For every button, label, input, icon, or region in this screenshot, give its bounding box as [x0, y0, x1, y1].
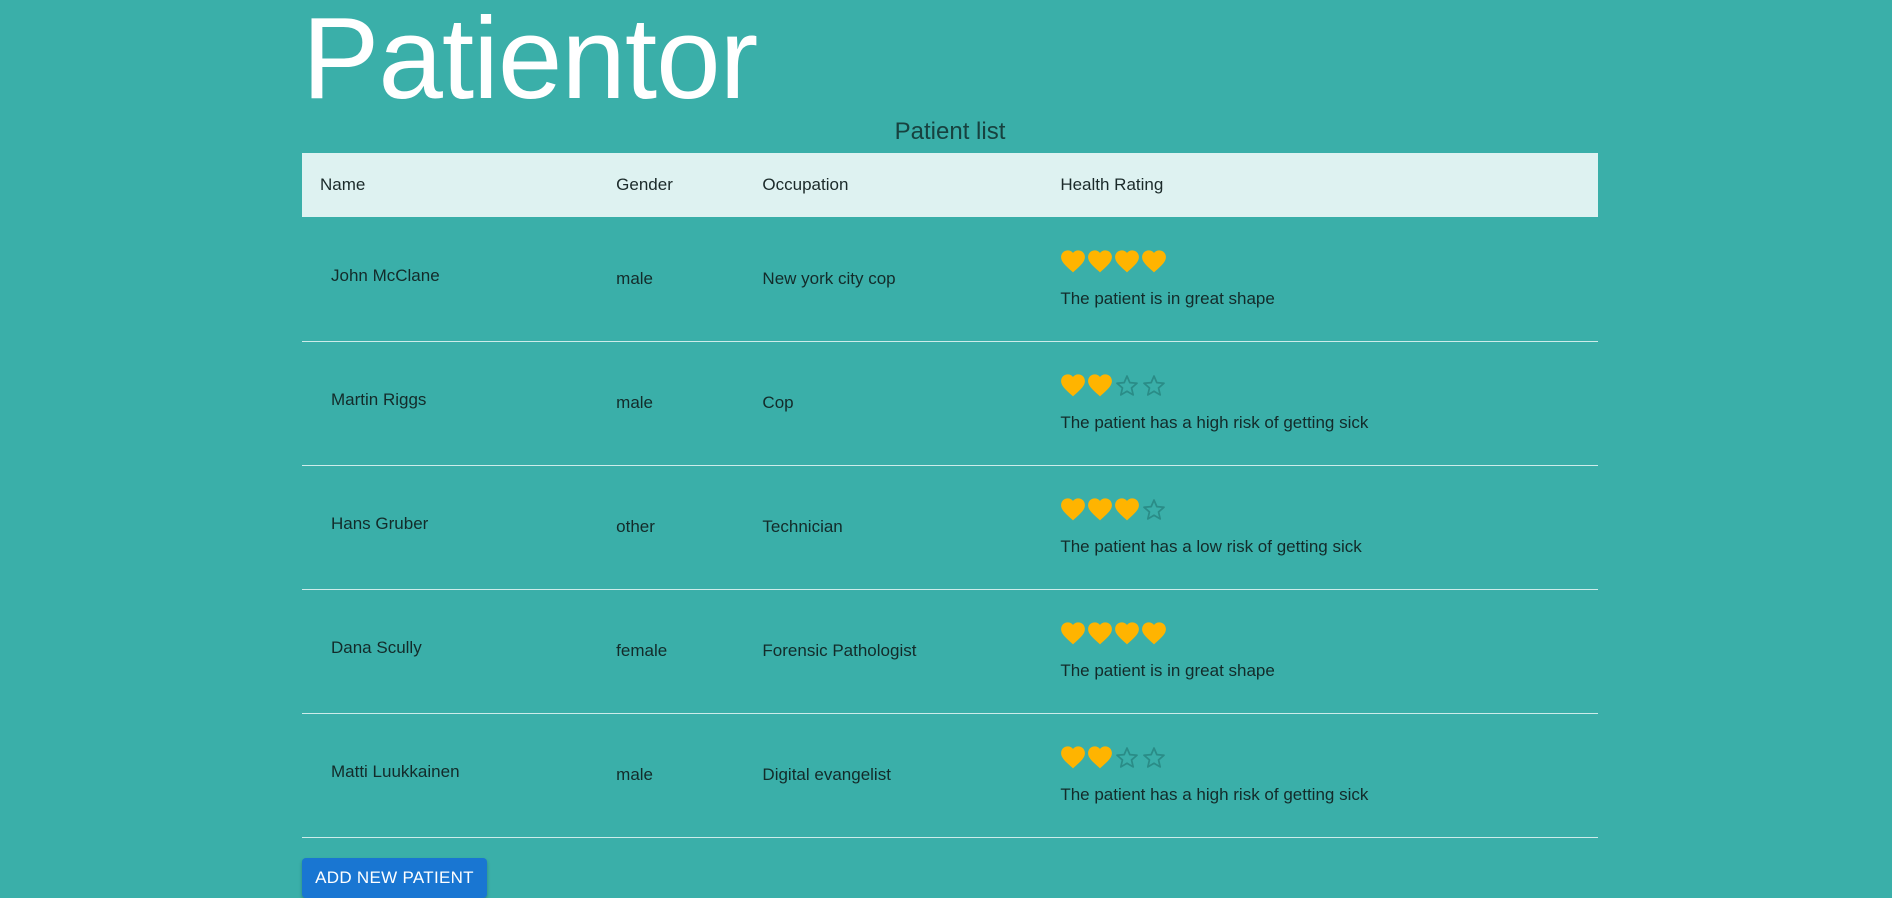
patient-gender: other	[616, 517, 655, 536]
patient-list-title: Patient list	[894, 118, 1006, 145]
star-outline-icon	[1114, 745, 1140, 771]
column-header-health-rating: Health Rating	[1060, 175, 1164, 194]
health-rating-text: The patient has a high risk of getting s…	[1060, 413, 1369, 432]
health-rating-text: The patient has a high risk of getting s…	[1060, 785, 1369, 804]
patient-occupation: Technician	[762, 517, 843, 536]
health-rating	[1060, 249, 1598, 275]
patient-gender: male	[616, 765, 654, 784]
patient-occupation: Cop	[762, 393, 794, 412]
patient-name[interactable]: Dana Scully	[302, 638, 616, 658]
star-outline-icon	[1141, 497, 1167, 523]
patient-name-cell: Dana Scully	[302, 589, 616, 713]
heart-icon	[1087, 373, 1113, 399]
heart-icon	[1141, 621, 1167, 647]
patient-name-cell: Matti Luukkainen	[302, 713, 616, 837]
heart-icon	[1087, 621, 1113, 647]
patient-table: Name Gender Occupation Health Rating Joh…	[302, 153, 1598, 838]
table-header-row: Name Gender Occupation Health Rating	[302, 153, 1598, 217]
health-rating-text: The patient is in great shape	[1060, 288, 1275, 308]
patient-gender: male	[616, 268, 654, 288]
patient-name[interactable]: Matti Luukkainen	[302, 762, 616, 782]
heart-icon	[1060, 497, 1086, 523]
patient-occupation: New york city cop	[762, 268, 896, 288]
health-rating	[1060, 497, 1598, 523]
heart-icon	[1087, 745, 1113, 771]
heart-icon	[1060, 373, 1086, 399]
patient-health-cell: The patient has a high risk of getting s…	[1060, 341, 1598, 465]
column-header-gender: Gender	[616, 175, 673, 194]
patient-name-cell: Hans Gruber	[302, 465, 616, 589]
patient-health-cell: The patient is in great shape	[1060, 589, 1598, 713]
health-rating	[1060, 621, 1598, 647]
patient-gender: female	[616, 641, 668, 660]
table-row[interactable]: Matti Luukkainen male Digital evangelist…	[302, 713, 1598, 837]
heart-icon	[1114, 249, 1140, 275]
heart-icon	[1114, 621, 1140, 647]
column-header-name: Name	[320, 175, 366, 194]
patient-health-cell: The patient is in great shape	[1060, 217, 1598, 341]
patient-name-cell: John McClane	[302, 217, 616, 341]
patient-name[interactable]: Martin Riggs	[302, 390, 616, 410]
add-new-patient-button[interactable]: ADD NEW PATIENT	[302, 858, 487, 898]
health-rating-text: The patient is in great shape	[1060, 661, 1275, 680]
heart-icon	[1087, 497, 1113, 523]
health-rating-text: The patient has a low risk of getting si…	[1060, 537, 1362, 556]
heart-icon	[1060, 621, 1086, 647]
heart-icon	[1141, 249, 1167, 275]
star-outline-icon	[1141, 373, 1167, 399]
patient-name[interactable]: Hans Gruber	[302, 514, 616, 534]
table-row[interactable]: Hans Gruber other Technician The patient…	[302, 465, 1598, 589]
table-header: Name Gender Occupation Health Rating	[302, 153, 1598, 217]
heart-icon	[1114, 497, 1140, 523]
table-row[interactable]: Martin Riggs male Cop The patient has a …	[302, 341, 1598, 465]
star-outline-icon	[1114, 373, 1140, 399]
health-rating	[1060, 373, 1598, 399]
table-row[interactable]: John McClane male New york city cop The …	[302, 217, 1598, 341]
table-body: John McClane male New york city cop The …	[302, 217, 1598, 837]
patient-name[interactable]: John McClane	[302, 266, 616, 286]
column-header-occupation: Occupation	[762, 175, 849, 194]
table-row[interactable]: Dana Scully female Forensic Pathologist …	[302, 589, 1598, 713]
heart-icon	[1087, 249, 1113, 275]
app-title: Patientor	[302, 0, 758, 123]
patient-name-cell: Martin Riggs	[302, 341, 616, 465]
patient-occupation: Forensic Pathologist	[762, 641, 917, 660]
health-rating	[1060, 745, 1598, 771]
heart-icon	[1060, 249, 1086, 275]
patient-health-cell: The patient has a low risk of getting si…	[1060, 465, 1598, 589]
heart-icon	[1060, 745, 1086, 771]
patient-health-cell: The patient has a high risk of getting s…	[1060, 713, 1598, 837]
star-outline-icon	[1141, 745, 1167, 771]
patient-gender: male	[616, 393, 654, 412]
patient-occupation: Digital evangelist	[762, 765, 891, 784]
